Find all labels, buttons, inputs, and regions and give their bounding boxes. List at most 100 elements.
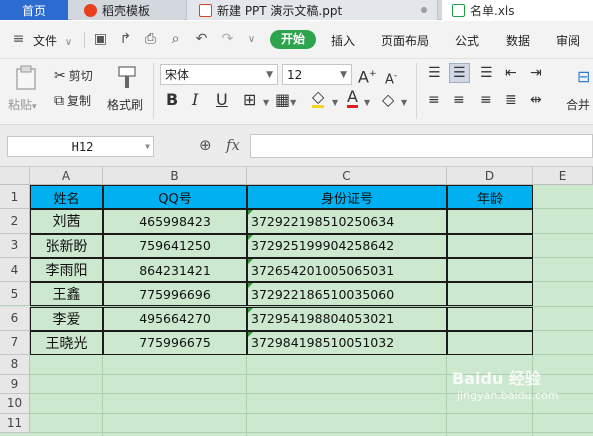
column-header-e[interactable]: E — [533, 167, 593, 185]
indent-decrease-icon[interactable]: ⇤ — [505, 64, 517, 82]
column-header-c[interactable]: C — [247, 167, 447, 185]
tab-docer[interactable]: 稻壳模板 — [72, 0, 184, 20]
border-icon[interactable]: ⊞ — [243, 91, 256, 109]
tab-xls[interactable]: 名单.xls — [442, 0, 593, 20]
save-icon[interactable]: ▣ — [93, 32, 108, 47]
row-header-3[interactable]: 3 — [0, 233, 30, 258]
fx-icon[interactable]: fx — [226, 136, 240, 154]
zoom-search-icon[interactable]: ⊕ — [199, 136, 212, 154]
menu-insert-tab[interactable]: 插入 — [331, 32, 355, 49]
fill-color-dropdown-icon[interactable]: ▼ — [290, 98, 296, 107]
print-icon[interactable]: ⎙ — [143, 32, 158, 47]
hamburger-menu-icon[interactable]: ≡ — [11, 32, 26, 47]
table-cell[interactable]: 495664270 — [103, 306, 247, 331]
table-cell[interactable]: 张新盼 — [30, 233, 103, 258]
table-cell[interactable]: 372922198510250634 — [247, 209, 447, 234]
align-bottom-icon[interactable]: ☰ — [480, 64, 493, 82]
distributed-icon[interactable]: ⇹ — [530, 91, 542, 109]
table-cell[interactable]: 李爱 — [30, 306, 103, 331]
fill-color-icon[interactable]: ▦▼ — [275, 91, 296, 112]
table-cell[interactable]: 372922186510035060 — [247, 282, 447, 307]
align-right-icon[interactable]: ≡ — [480, 91, 492, 109]
font-name-select[interactable]: 宋体 ▼ — [160, 64, 278, 85]
merge-button[interactable]: ⊟ 合并 — [566, 63, 593, 113]
undo-icon[interactable]: ↶ — [194, 32, 209, 47]
row-header-9[interactable]: 9 — [0, 374, 30, 395]
header-cell[interactable]: 年龄 — [447, 185, 533, 210]
table-cell[interactable]: 372654201005065031 — [247, 257, 447, 283]
menu-review-tab[interactable]: 审阅 — [556, 32, 580, 49]
row-header-5[interactable]: 5 — [0, 282, 30, 307]
align-center-icon[interactable]: ≡ — [453, 91, 465, 109]
formula-input[interactable] — [250, 134, 593, 158]
table-cell[interactable]: 372925199904258642 — [247, 233, 447, 258]
table-cell[interactable]: 王鑫 — [30, 282, 103, 307]
select-all-corner[interactable] — [0, 167, 30, 185]
header-cell[interactable]: 身份证号 — [247, 185, 447, 210]
file-menu[interactable]: 文件 ∨ — [33, 32, 72, 49]
table-cell[interactable]: 李雨阳 — [30, 257, 103, 283]
column-header-a[interactable]: A — [30, 167, 103, 185]
increase-font-icon[interactable]: A+ — [358, 65, 377, 86]
indent-increase-icon[interactable]: ⇥ — [530, 64, 542, 82]
table-cell[interactable]: 864231421 — [103, 257, 247, 283]
align-left-icon[interactable]: ≡ — [428, 91, 440, 109]
tab-unsaved-dot-icon[interactable] — [421, 7, 427, 13]
border-dropdown-icon[interactable]: ▼ — [263, 98, 269, 107]
copy-button[interactable]: ⧉ 复制 — [54, 92, 91, 109]
table-cell[interactable]: 759641250 — [103, 233, 247, 258]
redo-icon[interactable]: ↷ — [220, 32, 235, 47]
underline-icon[interactable]: U — [216, 91, 228, 109]
table-cell[interactable]: 刘茜 — [30, 209, 103, 234]
menu-data-tab[interactable]: 数据 — [506, 32, 530, 49]
highlight-dropdown-icon[interactable]: ▼ — [332, 98, 338, 107]
table-cell[interactable] — [447, 330, 533, 356]
column-header-b[interactable]: B — [103, 167, 247, 185]
cut-button[interactable]: ✂ 剪切 — [54, 67, 93, 84]
bold-icon[interactable]: B — [166, 91, 178, 109]
tab-home[interactable]: 首页 — [0, 0, 68, 20]
italic-icon[interactable]: I — [192, 91, 198, 109]
spreadsheet-grid[interactable]: A B C D E 1 2 3 4 5 6 7 8 9 10 11 姓名 QQ号 身份证号 年龄刘茜 465998423… — [0, 167, 593, 436]
align-middle-icon[interactable]: ☰ — [449, 63, 470, 83]
table-cell[interactable]: 372954198804053021 — [247, 306, 447, 331]
highlight-icon[interactable]: ◇ — [312, 89, 325, 108]
menu-formula-tab[interactable]: 公式 — [455, 32, 479, 49]
row-header-7[interactable]: 7 — [0, 330, 30, 356]
row-header-1[interactable]: 1 — [0, 185, 30, 210]
table-cell[interactable]: 775996696 — [103, 282, 247, 307]
paste-button[interactable]: 粘贴▾ — [8, 63, 44, 113]
tab-ppt[interactable]: 新建 PPT 演示文稿.ppt — [186, 0, 438, 20]
header-cell[interactable]: QQ号 — [103, 185, 247, 210]
menu-page-layout-tab[interactable]: 页面布局 — [381, 32, 429, 49]
table-cell[interactable] — [447, 282, 533, 307]
row-header-2[interactable]: 2 — [0, 209, 30, 234]
row-header-6[interactable]: 6 — [0, 306, 30, 331]
eraser-icon[interactable]: ◇ — [382, 91, 394, 109]
font-size-select[interactable]: 12 ▼ — [282, 64, 352, 85]
font-color-dropdown-icon[interactable]: ▼ — [364, 98, 370, 107]
header-cell[interactable]: 姓名 — [30, 185, 103, 210]
table-cell[interactable] — [447, 209, 533, 234]
print-preview-icon[interactable]: ⌕ — [168, 32, 183, 47]
decrease-font-icon[interactable]: A- — [385, 67, 397, 89]
column-header-d[interactable]: D — [447, 167, 533, 185]
eraser-dropdown-icon[interactable]: ▼ — [401, 98, 407, 107]
menu-home-tab[interactable]: 开始 — [270, 30, 316, 49]
row-header-11[interactable]: 11 — [0, 413, 30, 434]
table-cell[interactable]: 775996675 — [103, 330, 247, 356]
row-header-10[interactable]: 10 — [0, 394, 30, 414]
row-header-8[interactable]: 8 — [0, 355, 30, 375]
format-painter-button[interactable]: 格式刷 — [107, 63, 147, 113]
font-color-icon[interactable]: A — [347, 89, 358, 108]
table-cell[interactable]: 465998423 — [103, 209, 247, 234]
name-box[interactable]: H12 ▼ — [7, 136, 154, 157]
row-header-4[interactable]: 4 — [0, 257, 30, 283]
justify-icon[interactable]: ≣ — [505, 91, 517, 109]
table-cell[interactable]: 王晓光 — [30, 330, 103, 356]
align-top-icon[interactable]: ☰ — [428, 64, 441, 82]
more-chevron-icon[interactable]: ∨ — [244, 32, 259, 47]
table-cell[interactable] — [447, 233, 533, 258]
table-cell[interactable] — [447, 257, 533, 283]
table-cell[interactable]: 372984198510051032 — [247, 330, 447, 356]
